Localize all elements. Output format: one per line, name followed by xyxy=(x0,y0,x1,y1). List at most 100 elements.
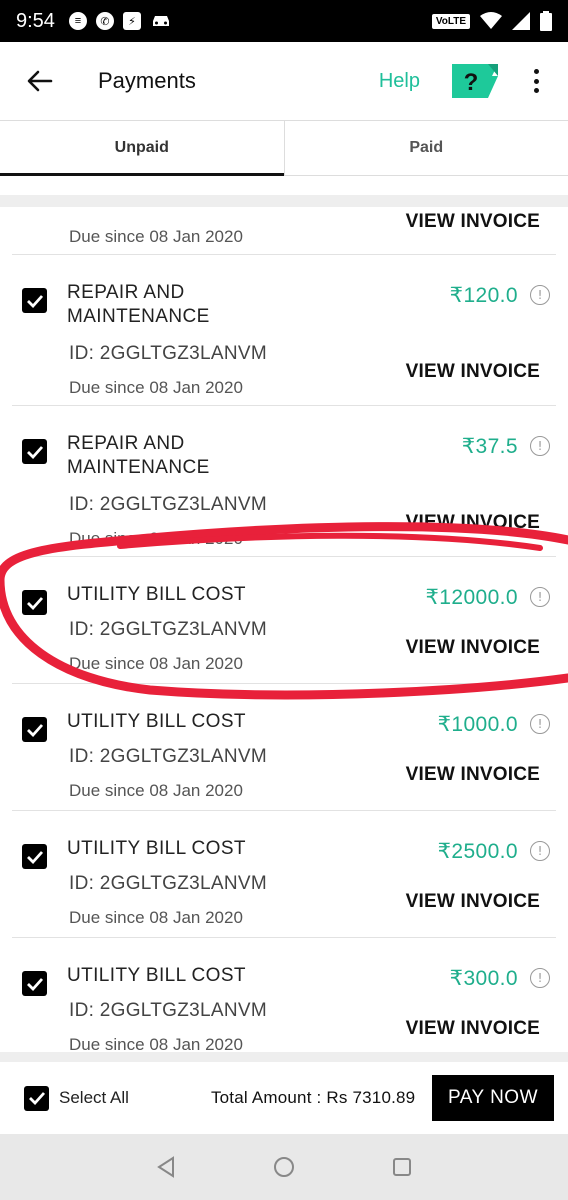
bill-id: ID: 2GGLTGZ3LANVM xyxy=(69,343,267,364)
nav-recents-button[interactable] xyxy=(388,1153,416,1181)
bill-amount: ₹120.0 xyxy=(450,283,518,308)
tab-unpaid[interactable]: Unpaid xyxy=(0,121,284,176)
bill-checkbox[interactable] xyxy=(22,717,47,742)
bill-id: ID: 2GGLTGZ3LANVM xyxy=(69,619,267,640)
bill-due-date: Due since 08 Jan 2020 xyxy=(69,908,243,927)
triangle-back-icon xyxy=(157,1156,174,1178)
bill-due-date: Due since 08 Jan 2020 xyxy=(69,378,243,397)
bill-amount: ₹2500.0 xyxy=(438,839,518,864)
bill-checkbox[interactable] xyxy=(22,844,47,869)
rupee-symbol: ₹ xyxy=(449,967,464,990)
nav-back-button[interactable] xyxy=(152,1153,180,1181)
status-time: 9:54 xyxy=(16,9,55,32)
view-invoice-button[interactable]: VIEW INVOICE xyxy=(406,891,540,913)
status-bar: 9:54 ≡ ✆ ⚡ VoLTE xyxy=(0,0,568,42)
info-icon[interactable]: ! xyxy=(530,968,550,988)
bill-id: ID: 2GGLTGZ3LANVM xyxy=(69,1000,267,1021)
dot-icon xyxy=(533,69,539,74)
checkmark-icon xyxy=(26,850,43,864)
back-button[interactable] xyxy=(20,61,60,101)
bill-checkbox[interactable] xyxy=(22,288,47,313)
select-all-label: Select All xyxy=(59,1088,129,1107)
checkmark-icon xyxy=(26,723,43,737)
system-status-icons: VoLTE xyxy=(431,11,552,31)
message-icon: ≡ xyxy=(68,12,87,30)
view-invoice-button[interactable]: VIEW INVOICE xyxy=(406,637,540,659)
bill-item: UTILITY BILL COST ₹1000.0 ! ID: 2GGLTGZ3… xyxy=(12,684,556,811)
view-invoice-button[interactable]: VIEW INVOICE xyxy=(406,1018,540,1040)
amount-value: 1000.0 xyxy=(451,713,518,736)
app-icon: ⚡ xyxy=(122,12,141,30)
help-link[interactable]: Help xyxy=(379,70,420,93)
more-options-button[interactable] xyxy=(526,64,546,98)
amount-value: 37.5 xyxy=(475,435,518,458)
view-invoice-button[interactable]: VIEW INVOICE xyxy=(406,211,540,233)
bill-checkbox[interactable] xyxy=(22,590,47,615)
bill-due-date: Due since 08 Jan 2020 xyxy=(69,781,243,800)
signal-icon xyxy=(512,12,530,30)
bill-checkbox[interactable] xyxy=(22,971,47,996)
info-icon[interactable]: ! xyxy=(530,436,550,456)
nav-home-button[interactable] xyxy=(270,1153,298,1181)
bill-amount: ₹300.0 xyxy=(450,966,518,991)
bill-name: UTILITY BILL COST xyxy=(67,838,246,859)
amount-value: 12000.0 xyxy=(439,586,518,609)
info-icon[interactable]: ! xyxy=(530,285,550,305)
view-invoice-button[interactable]: VIEW INVOICE xyxy=(406,512,540,534)
page-title: Payments xyxy=(98,68,196,93)
wifi-icon xyxy=(480,12,502,29)
checkmark-icon xyxy=(26,596,43,610)
help-question-icon[interactable]: ? xyxy=(452,64,498,98)
dot-icon xyxy=(533,88,539,93)
bill-id: ID: 2GGLTGZ3LANVM xyxy=(69,494,267,515)
bill-list[interactable]: VIEW INVOICE Due since 08 Jan 2020 REPAI… xyxy=(0,195,568,1053)
bill-id: ID: 2GGLTGZ3LANVM xyxy=(69,873,267,894)
app-bar: Payments Help ? xyxy=(0,42,568,120)
info-icon[interactable]: ! xyxy=(530,714,550,734)
help-icon-glyph: ? xyxy=(464,69,479,96)
bill-name: REPAIR AND MAINTENANCE xyxy=(67,433,210,478)
checkout-bar: Select All Total Amount : Rs 7310.89 PAY… xyxy=(0,1062,568,1134)
whatsapp-icon: ✆ xyxy=(95,12,114,30)
bill-id: ID: 2GGLTGZ3LANVM xyxy=(69,746,267,767)
checkmark-icon xyxy=(26,294,43,308)
pay-now-button[interactable]: PAY NOW xyxy=(432,1075,554,1121)
view-invoice-button[interactable]: VIEW INVOICE xyxy=(406,764,540,786)
rupee-symbol: ₹ xyxy=(461,435,476,458)
arrow-left-icon xyxy=(27,70,53,92)
total-amount: Total Amount : Rs 7310.89 xyxy=(210,1088,416,1107)
checkmark-icon xyxy=(28,1092,45,1105)
checkmark-icon xyxy=(26,445,43,459)
view-invoice-button[interactable]: VIEW INVOICE xyxy=(406,361,540,383)
bill-item: UTILITY BILL COST ₹12000.0 ! ID: 2GGLTGZ… xyxy=(12,557,556,684)
system-nav-bar xyxy=(0,1134,568,1200)
dot-icon xyxy=(533,78,539,84)
notification-icons: ≡ ✆ ⚡ xyxy=(68,12,172,30)
bill-amount: ₹12000.0 xyxy=(426,585,518,610)
bill-amount: ₹37.5 xyxy=(462,434,518,459)
bill-item: VIEW INVOICE Due since 08 Jan 2020 xyxy=(12,207,556,255)
battery-icon xyxy=(540,11,552,31)
tab-paid[interactable]: Paid xyxy=(283,121,568,175)
info-icon[interactable]: ! xyxy=(530,841,550,861)
tab-bar: Unpaid Paid xyxy=(0,120,568,176)
bill-item: REPAIR AND MAINTENANCE ₹120.0 ! ID: 2GGL… xyxy=(12,255,556,406)
amount-value: 2500.0 xyxy=(451,840,518,863)
car-icon xyxy=(152,16,169,26)
list-bottom-divider xyxy=(0,1052,568,1062)
select-all-checkbox[interactable] xyxy=(24,1085,49,1111)
rupee-symbol: ₹ xyxy=(437,840,452,863)
bill-due-date: Due since 08 Jan 2020 xyxy=(69,654,243,673)
info-icon[interactable]: ! xyxy=(530,587,550,607)
amount-value: 120.0 xyxy=(463,284,518,307)
bill-checkbox[interactable] xyxy=(22,439,47,464)
amount-value: 300.0 xyxy=(463,967,518,990)
bill-item: REPAIR AND MAINTENANCE ₹37.5 ! ID: 2GGLT… xyxy=(12,406,556,557)
bill-item: UTILITY BILL COST ₹2500.0 ! ID: 2GGLTGZ3… xyxy=(12,811,556,938)
checkmark-icon xyxy=(26,977,43,991)
rupee-symbol: ₹ xyxy=(437,713,452,736)
bill-name: UTILITY BILL COST xyxy=(67,584,246,605)
bill-amount: ₹1000.0 xyxy=(438,712,518,737)
bill-name: REPAIR AND MAINTENANCE xyxy=(67,282,210,327)
rupee-symbol: ₹ xyxy=(449,284,464,307)
